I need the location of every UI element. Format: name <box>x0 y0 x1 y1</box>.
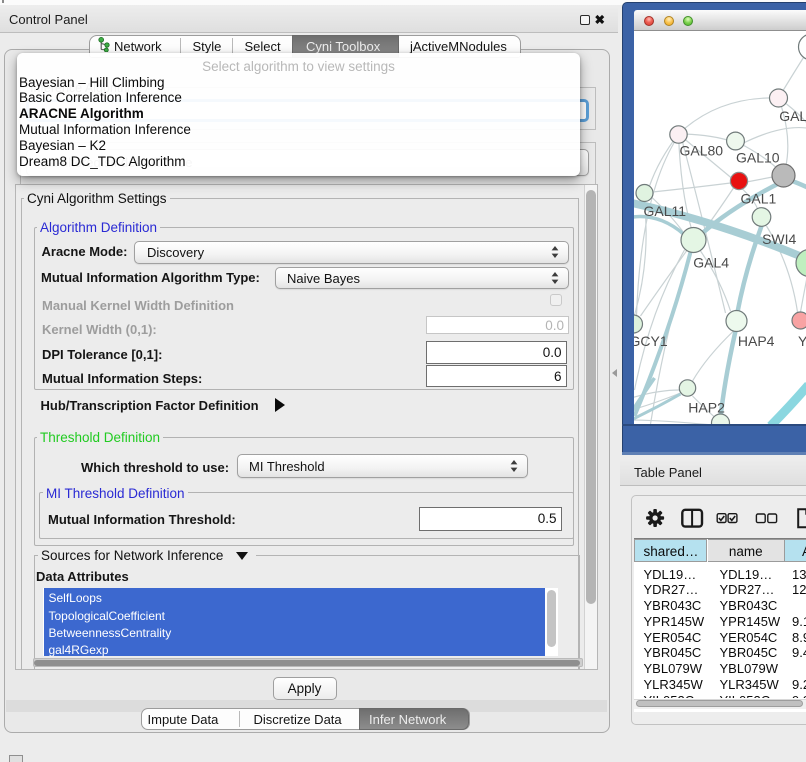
svg-text:GCY1: GCY1 <box>634 333 668 349</box>
svg-text:GAL4: GAL4 <box>693 255 729 271</box>
svg-text:Y: Y <box>798 333 806 349</box>
svg-text:GAL10: GAL10 <box>736 150 780 166</box>
svg-text:SWI4: SWI4 <box>762 231 796 247</box>
svg-text:GAL7: GAL7 <box>779 108 806 124</box>
svg-text:GAL80: GAL80 <box>679 143 723 159</box>
svg-text:GAL11: GAL11 <box>643 203 686 219</box>
svg-text:HAP2: HAP2 <box>688 399 725 415</box>
svg-text:HAP4: HAP4 <box>737 333 774 349</box>
svg-text:GAL1: GAL1 <box>740 191 776 207</box>
